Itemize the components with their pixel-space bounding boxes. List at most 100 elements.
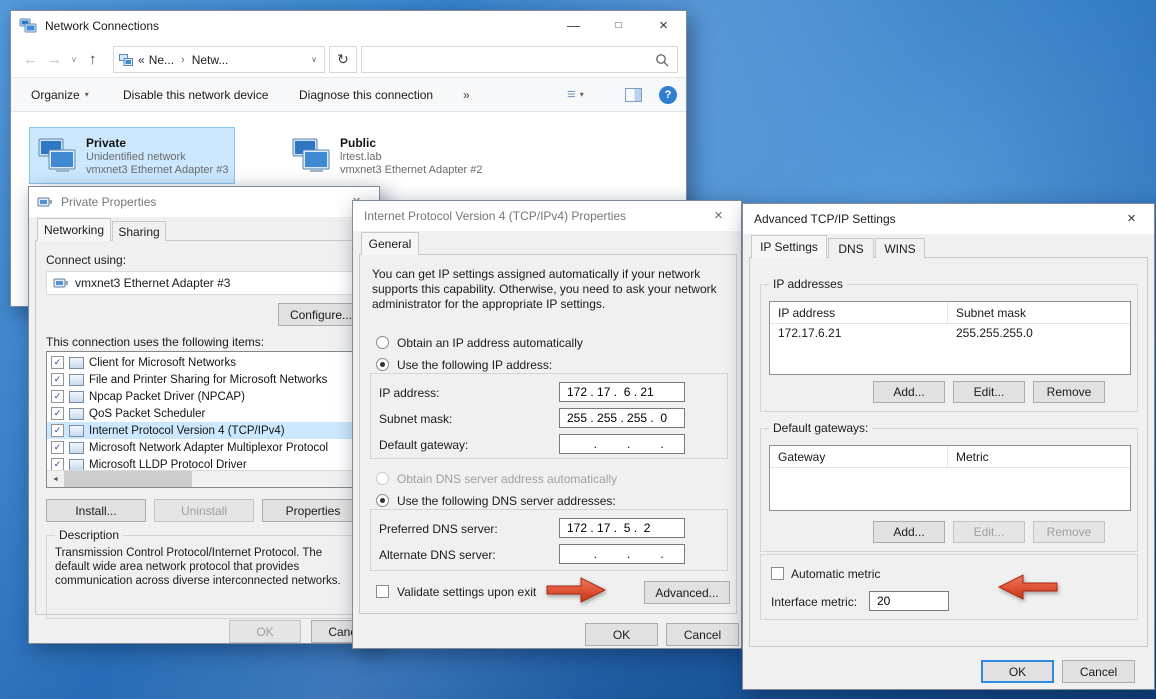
refresh-button[interactable]: ↻ <box>329 46 357 73</box>
connection-tile-public[interactable]: Public lrtest.lab vmxnet3 Ethernet Adapt… <box>283 127 495 184</box>
subnet-mask-field[interactable]: 255 . 255 . 255 . 0 <box>559 408 685 428</box>
properties-button[interactable]: Properties <box>262 499 364 522</box>
tab-dns[interactable]: DNS <box>828 238 874 258</box>
list-item[interactable]: ✓QoS Packet Scheduler <box>47 405 365 422</box>
ip-address-field[interactable]: 172 . 17 . 6 . 21 <box>559 382 685 402</box>
ip-addresses-listview[interactable]: IP address Subnet mask 172.17.6.21 255.2… <box>769 301 1131 375</box>
address-bar[interactable]: « Ne... › Netw... ∨ <box>113 46 325 73</box>
command-overflow-chevron[interactable]: » <box>463 78 470 111</box>
ok-button[interactable]: OK <box>981 660 1054 683</box>
radio-use-ip[interactable] <box>376 358 389 371</box>
mask-cell[interactable]: 255.255.255.0 <box>948 324 1130 342</box>
checkbox-checked[interactable]: ✓ <box>51 407 64 420</box>
gateways-listview[interactable]: Gateway Metric <box>769 445 1131 511</box>
radio-obtain-dns[interactable] <box>376 472 389 485</box>
tab-wins[interactable]: WINS <box>875 238 925 258</box>
uninstall-button[interactable]: Uninstall <box>154 499 254 522</box>
breadcrumb-overflow[interactable]: « <box>138 53 145 67</box>
radio-use-dns-label[interactable]: Use the following DNS server addresses: <box>397 494 616 508</box>
lldp-icon <box>69 459 84 471</box>
multiplexor-icon <box>69 442 84 454</box>
history-dropdown-icon[interactable]: ∨ <box>71 41 77 77</box>
radio-use-dns[interactable] <box>376 494 389 507</box>
ip-remove-button[interactable]: Remove <box>1033 381 1105 403</box>
checkbox-checked[interactable]: ✓ <box>51 373 64 386</box>
gateway-add-button[interactable]: Add... <box>873 521 945 543</box>
column-header-gateway[interactable]: Gateway <box>770 446 948 468</box>
list-item[interactable]: ✓Npcap Packet Driver (NPCAP) <box>47 388 365 405</box>
scrollbar-thumb[interactable] <box>64 471 192 487</box>
private-properties-window: Private Properties × Networking Sharing … <box>28 186 380 644</box>
advanced-button[interactable]: Advanced... <box>644 581 730 604</box>
connect-using-label: Connect using: <box>46 253 126 267</box>
checkbox-checked[interactable]: ✓ <box>51 356 64 369</box>
validate-checkbox-label[interactable]: Validate settings upon exit <box>397 585 536 599</box>
ip-add-button[interactable]: Add... <box>873 381 945 403</box>
breadcrumb-crumb-2[interactable]: Netw... <box>192 53 229 67</box>
back-button[interactable]: ← <box>23 41 38 77</box>
help-button[interactable]: ? <box>659 86 677 104</box>
list-item[interactable]: ✓Client for Microsoft Networks <box>47 354 365 371</box>
cancel-button[interactable]: Cancel <box>666 623 739 646</box>
list-item[interactable]: ✓Microsoft Network Adapter Multiplexor P… <box>47 439 365 456</box>
automatic-metric-label[interactable]: Automatic metric <box>791 567 880 581</box>
maximize-button[interactable]: □ <box>596 11 641 40</box>
preview-pane-icon[interactable] <box>625 88 642 102</box>
validate-checkbox[interactable] <box>376 585 389 598</box>
automatic-metric-checkbox[interactable] <box>771 567 784 580</box>
horizontal-scrollbar[interactable]: ◄ ► <box>47 470 365 487</box>
radio-use-ip-label[interactable]: Use the following IP address: <box>397 358 552 372</box>
breadcrumb-crumb-1[interactable]: Ne... <box>149 53 174 67</box>
address-dropdown-icon[interactable]: ∨ <box>311 55 317 64</box>
default-gateways-group: Default gateways: Gateway Metric Add... … <box>760 428 1138 552</box>
forward-button[interactable]: → <box>47 41 62 77</box>
checkbox-checked[interactable]: ✓ <box>51 390 64 403</box>
titlebar[interactable]: Private Properties × <box>29 187 379 217</box>
titlebar[interactable]: Network Connections — □ × <box>11 11 686 41</box>
checkbox-checked[interactable]: ✓ <box>51 441 64 454</box>
cancel-button[interactable]: Cancel <box>1062 660 1135 683</box>
interface-metric-label: Interface metric: <box>771 595 857 609</box>
checkbox-checked[interactable]: ✓ <box>51 424 64 437</box>
radio-obtain-ip-label[interactable]: Obtain an IP address automatically <box>397 336 583 350</box>
tab-general[interactable]: General <box>361 232 419 255</box>
tab-sharing[interactable]: Sharing <box>112 221 166 241</box>
change-view-button[interactable]: ≡ ▾ <box>567 78 584 111</box>
ok-button[interactable]: OK <box>585 623 658 646</box>
ok-button[interactable]: OK <box>229 620 301 643</box>
column-header-ip[interactable]: IP address <box>770 302 948 324</box>
titlebar[interactable]: Internet Protocol Version 4 (TCP/IPv4) P… <box>353 201 741 231</box>
close-button[interactable]: × <box>641 11 686 40</box>
titlebar[interactable]: Advanced TCP/IP Settings × <box>743 204 1154 234</box>
up-button[interactable]: ↑ <box>89 41 97 77</box>
network-adapter-icon <box>35 136 79 176</box>
close-button[interactable]: × <box>1109 204 1154 233</box>
tab-networking[interactable]: Networking <box>37 218 111 241</box>
default-gateway-field[interactable]: . . . <box>559 434 685 454</box>
column-header-mask[interactable]: Subnet mask <box>948 302 1130 324</box>
networking-tab-page: Connect using: vmxnet3 Ethernet Adapter … <box>35 240 373 615</box>
close-button[interactable]: × <box>696 201 741 230</box>
radio-obtain-ip[interactable] <box>376 336 389 349</box>
ip-cell[interactable]: 172.17.6.21 <box>770 324 948 342</box>
gateway-edit-button[interactable]: Edit... <box>953 521 1025 543</box>
diagnose-command[interactable]: Diagnose this connection <box>299 78 433 111</box>
ip-edit-button[interactable]: Edit... <box>953 381 1025 403</box>
scroll-left-button[interactable]: ◄ <box>47 471 64 487</box>
connection-tile-private[interactable]: Private Unidentified network vmxnet3 Eth… <box>29 127 235 184</box>
list-item-selected[interactable]: ✓Internet Protocol Version 4 (TCP/IPv4) <box>47 422 365 439</box>
alternate-dns-field[interactable]: . . . <box>559 544 685 564</box>
organize-menu[interactable]: Organize ▾ <box>31 78 89 111</box>
preferred-dns-field[interactable]: 172 . 17 . 5 . 2 <box>559 518 685 538</box>
disable-device-command[interactable]: Disable this network device <box>123 78 268 111</box>
preferred-dns-label: Preferred DNS server: <box>379 522 498 536</box>
organize-dropdown-icon: ▾ <box>85 90 89 99</box>
list-item[interactable]: ✓File and Printer Sharing for Microsoft … <box>47 371 365 388</box>
column-header-metric[interactable]: Metric <box>948 446 1130 468</box>
tab-ip-settings[interactable]: IP Settings <box>751 235 827 258</box>
minimize-button[interactable]: — <box>551 11 596 40</box>
search-input[interactable] <box>361 46 678 73</box>
gateway-remove-button[interactable]: Remove <box>1033 521 1105 543</box>
interface-metric-field[interactable]: 20 <box>869 591 949 611</box>
install-button[interactable]: Install... <box>46 499 146 522</box>
